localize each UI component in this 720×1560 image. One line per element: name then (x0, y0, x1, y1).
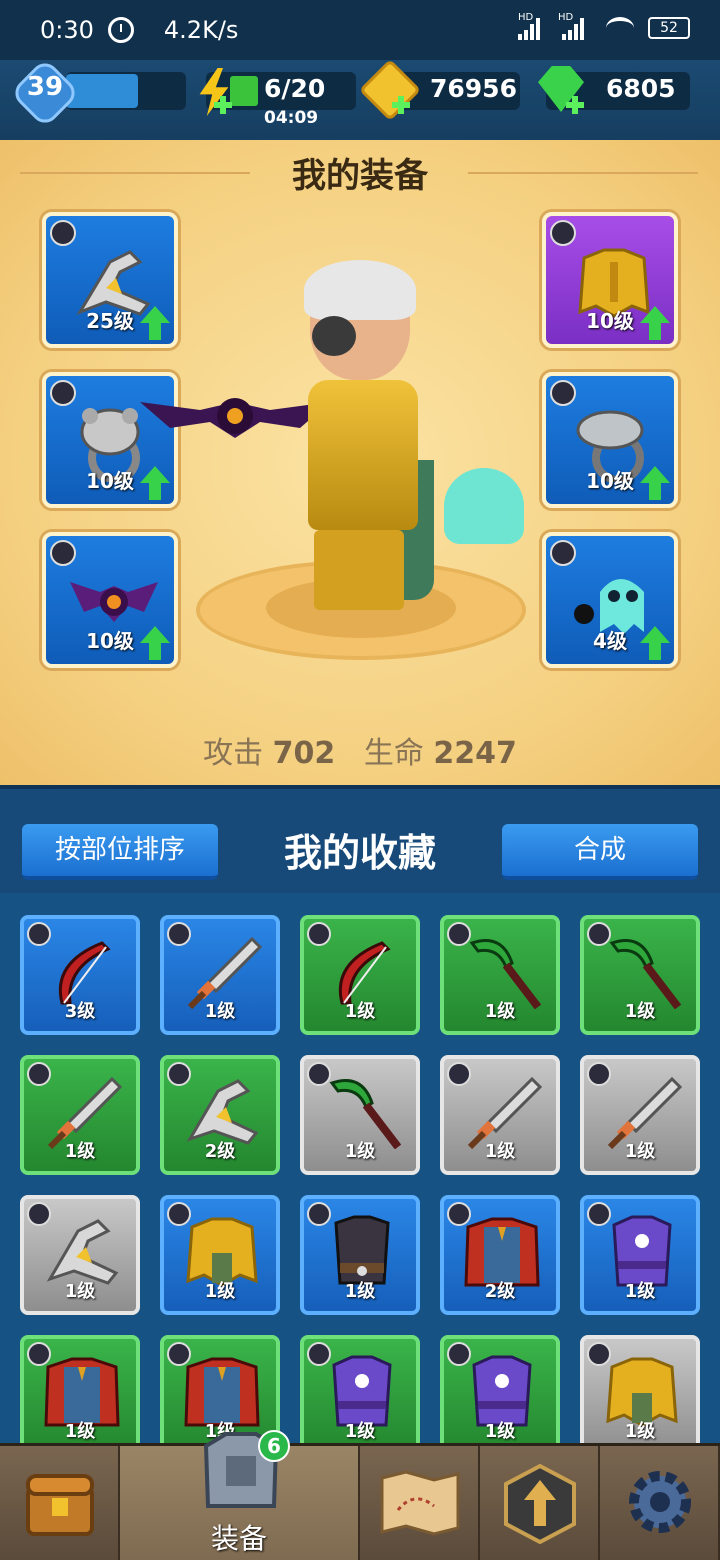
collection-item[interactable]: 1级 (580, 1335, 700, 1455)
item-level: 2级 (484, 1281, 516, 1302)
item-level: 1级 (624, 1141, 656, 1162)
energy-timer: 04:09 (264, 108, 319, 128)
nav-tab-map[interactable] (360, 1446, 480, 1560)
nav-tab-settings[interactable] (600, 1446, 720, 1560)
xp-bar-fill (66, 74, 138, 108)
collection-item[interactable]: 2级 (160, 1055, 280, 1175)
equipment-badge: 6 (258, 1430, 290, 1462)
sort-by-slot-button[interactable]: 按部位排序 (22, 824, 218, 880)
eyepatch-icon (312, 316, 356, 356)
status-bar: 0:30 4.2K/s HD HD 52 (0, 0, 720, 60)
energy-battery-icon (230, 76, 258, 106)
equipment-title: 我的装备 (292, 156, 428, 196)
nav-tab-shop[interactable] (0, 1446, 120, 1560)
hp-label: 生命 (363, 736, 424, 771)
item-level: 1级 (624, 1281, 656, 1302)
collection-item[interactable]: 1级 (580, 1195, 700, 1315)
hero-legs (314, 530, 404, 610)
item-level: 1级 (484, 1421, 516, 1442)
slot-pet-left[interactable]: 10级 (42, 532, 178, 668)
nav-label-equipment: 装备 (210, 1522, 267, 1555)
hero-stats: 攻击 702 生命 2247 (0, 728, 720, 772)
item-level: 1级 (344, 1281, 376, 1302)
collection-item[interactable]: 1级 (300, 1335, 420, 1455)
upgrade-arrow-icon (504, 1464, 576, 1544)
item-level: 1级 (64, 1141, 96, 1162)
gem-count: 6805 (606, 74, 676, 103)
add-gem-icon[interactable] (566, 96, 584, 114)
collection-item[interactable]: 1级 (440, 1335, 560, 1455)
collection-item[interactable]: 1级 (440, 915, 560, 1035)
collection-item[interactable]: 1级 (580, 915, 700, 1035)
add-energy-icon[interactable] (214, 96, 232, 114)
ghost-companion-icon (444, 468, 524, 544)
item-level: 1级 (624, 1421, 656, 1442)
slot-pet-right[interactable]: 4级 (542, 532, 678, 668)
item-level: 1级 (64, 1281, 96, 1302)
network-speed: 4.2K/s (163, 16, 239, 44)
slot-armor[interactable]: 10级 (542, 212, 678, 348)
slot-ring-right[interactable]: 10级 (542, 372, 678, 508)
collection-item[interactable]: 1级 (160, 915, 280, 1035)
hd-label-2: HD (558, 12, 574, 23)
item-level: 1级 (484, 1141, 516, 1162)
collection-item[interactable]: 1级 (440, 1055, 560, 1175)
wifi-icon (606, 17, 634, 39)
coin-icon (358, 58, 422, 122)
item-level: 3级 (64, 1001, 96, 1022)
collection-item[interactable]: 1级 (20, 1335, 140, 1455)
collection-title: 我的收藏 (283, 831, 436, 875)
item-level: 2级 (204, 1141, 236, 1162)
attack-label: 攻击 (203, 736, 264, 771)
collection-item[interactable]: 1级 (20, 1195, 140, 1315)
nav-tab-talent[interactable] (480, 1446, 600, 1560)
hero-character[interactable] (290, 260, 440, 620)
bottom-nav: 6 装备 (0, 1430, 720, 1560)
slot-weapon[interactable]: 25级 (42, 212, 178, 348)
item-level: 1级 (344, 1141, 376, 1162)
attack-value: 702 (272, 736, 336, 771)
coin-count: 76956 (430, 74, 517, 103)
map-icon (380, 1470, 460, 1536)
battery-icon: 52 (648, 17, 690, 39)
item-level: 1级 (204, 1001, 236, 1022)
status-time: 0:30 (40, 16, 94, 44)
add-coin-icon[interactable] (392, 96, 410, 114)
player-level: 39 (26, 72, 64, 102)
collection-item[interactable]: 1级 (300, 1055, 420, 1175)
hp-value: 2247 (433, 736, 517, 771)
item-level: 1级 (344, 1001, 376, 1022)
collection-item[interactable]: 1级 (300, 915, 420, 1035)
treasure-chest-icon (26, 1474, 94, 1536)
resource-bar: 39 6/20 04:09 76956 6805 (0, 57, 720, 140)
collection-item[interactable]: 1级 (300, 1195, 420, 1315)
alarm-icon (107, 17, 134, 43)
collection-item[interactable]: 1级 (160, 1195, 280, 1315)
item-level: 1级 (344, 1421, 376, 1442)
hero-armor (308, 380, 418, 530)
merge-button[interactable]: 合成 (502, 824, 698, 880)
collection-item[interactable]: 2级 (440, 1195, 560, 1315)
item-level: 1级 (204, 1281, 236, 1302)
nav-tab-equipment[interactable]: 6 装备 (120, 1430, 360, 1560)
item-level: 1级 (624, 1001, 656, 1022)
gear-icon (629, 1471, 691, 1533)
hero-hair (304, 260, 416, 320)
item-level: 1级 (64, 1421, 96, 1442)
hd-label-1: HD (518, 12, 534, 23)
collection-item[interactable]: 3级 (20, 915, 140, 1035)
energy-count: 6/20 (264, 74, 326, 103)
item-level: 1级 (484, 1001, 516, 1022)
collection-item[interactable]: 1级 (580, 1055, 700, 1175)
collection-item[interactable]: 1级 (20, 1055, 140, 1175)
